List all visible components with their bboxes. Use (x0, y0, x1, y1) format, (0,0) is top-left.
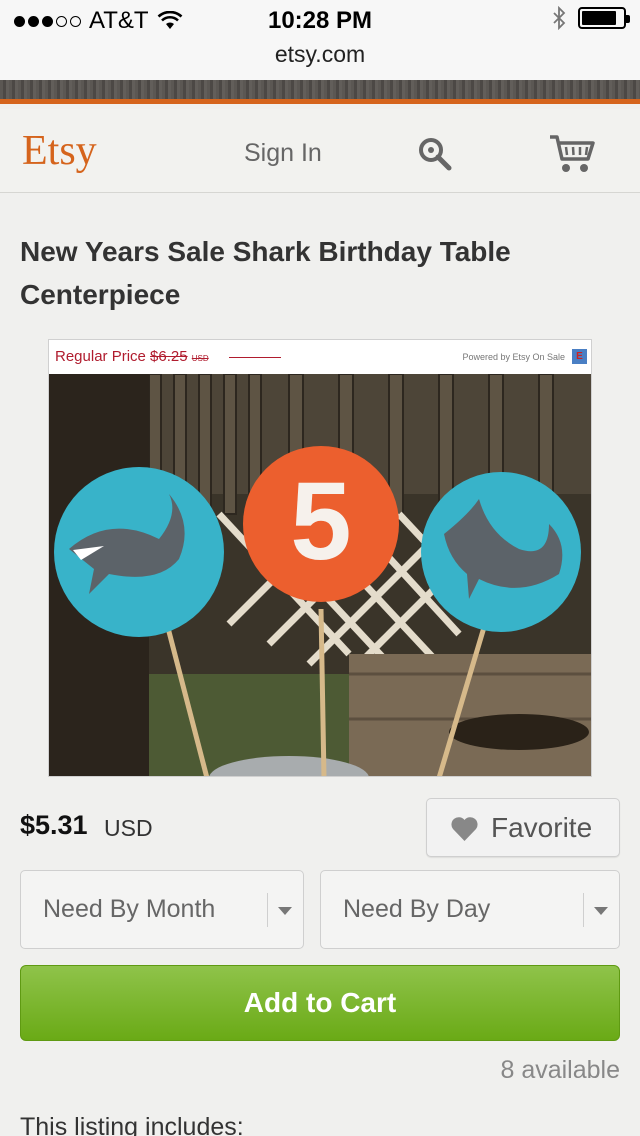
select-divider (583, 893, 584, 927)
price-overlay-bar: Regular Price $6.25 USD Powered by Etsy … (49, 340, 591, 374)
battery-icon (578, 7, 630, 29)
status-bar: AT&T 10:28 PM (0, 0, 640, 40)
price-value: $5.31 (20, 810, 88, 840)
regular-price-note: Regular Price $6.25 USD (55, 348, 209, 365)
product-image[interactable]: Regular Price $6.25 USD Powered by Etsy … (48, 339, 592, 777)
bluetooth-icon (553, 6, 566, 30)
need-by-day-label: Need By Day (343, 895, 491, 923)
add-to-cart-label: Add to Cart (243, 987, 397, 1018)
search-icon[interactable] (416, 135, 456, 175)
chevron-down-icon (594, 907, 608, 915)
chevron-down-icon (278, 907, 292, 915)
heart-icon (451, 817, 478, 841)
strike-line (229, 357, 281, 358)
status-time: 10:28 PM (267, 7, 373, 34)
add-to-cart-button[interactable]: Add to Cart (20, 965, 620, 1041)
select-divider (267, 893, 268, 927)
favorite-label: Favorite (491, 812, 593, 843)
sign-in-link[interactable]: Sign In (244, 139, 322, 168)
etsy-logo[interactable]: Etsy (22, 127, 97, 175)
need-by-month-label: Need By Month (43, 895, 216, 923)
site-header: Etsy Sign In (0, 109, 640, 193)
listing-title: New Years Sale Shark Birthday Table Cent… (20, 236, 511, 310)
need-by-day-select[interactable]: Need By Day (320, 870, 620, 949)
number-sign-text: 5 (290, 460, 351, 583)
status-right (552, 6, 630, 30)
regular-price-label: Regular Price (55, 348, 146, 365)
powered-by-text: Powered by Etsy On Sale (462, 352, 565, 362)
favorite-button[interactable]: Favorite (426, 798, 620, 857)
url-text: etsy.com (274, 41, 366, 67)
decorative-texture-strip (0, 80, 640, 104)
shark-centerpiece-photo: 5 (49, 374, 591, 776)
url-bar[interactable]: etsy.com (0, 40, 640, 80)
cart-icon[interactable] (548, 133, 596, 177)
etsy-on-sale-badge: E (572, 349, 587, 364)
availability-count: 8 available (500, 1056, 620, 1084)
regular-price-currency: USD (191, 354, 209, 363)
listing-includes-heading: This listing includes: (20, 1113, 244, 1136)
price-currency: USD (104, 815, 153, 841)
need-by-month-select[interactable]: Need By Month (20, 870, 304, 949)
regular-price-value: $6.25 (150, 348, 188, 365)
